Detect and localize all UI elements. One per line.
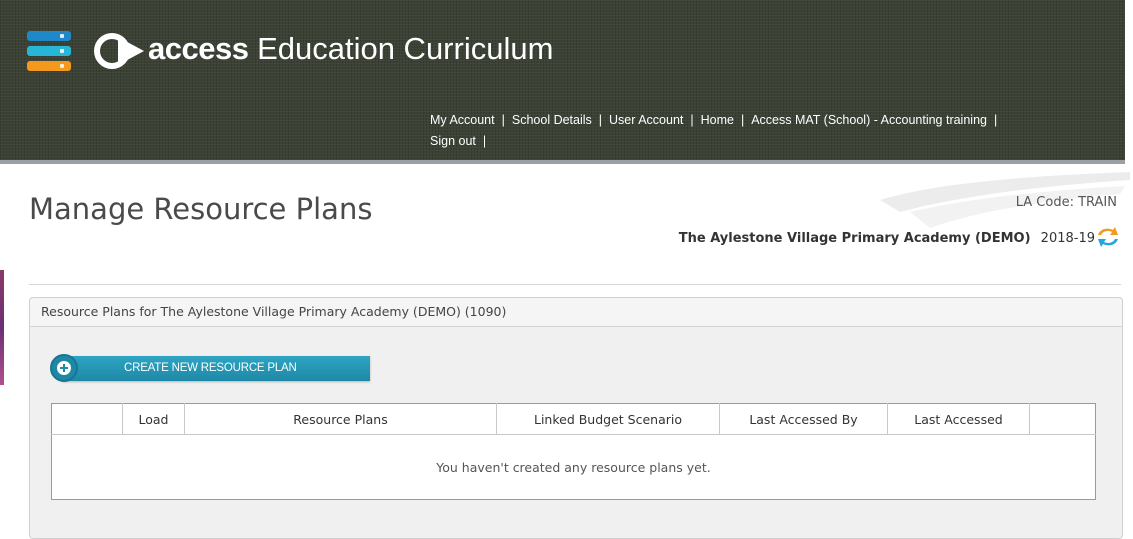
academic-year: 2018-19 xyxy=(1040,231,1095,246)
create-button-circle[interactable] xyxy=(50,354,78,382)
empty-state-message: You haven't created any resource plans y… xyxy=(436,459,711,475)
school-name: The Aylestone Village Primary Academy (D… xyxy=(678,231,1031,246)
column-header-resource-plans[interactable]: Resource Plans xyxy=(184,403,497,435)
column-header-last-accessed-by[interactable]: Last Accessed By xyxy=(719,403,888,435)
menu-icon[interactable] xyxy=(27,31,71,71)
la-code: LA Code: TRAIN xyxy=(1015,195,1117,210)
resource-plans-panel: Resource Plans for The Aylestone Village… xyxy=(29,297,1123,539)
nav-my-account[interactable]: My Account xyxy=(430,113,495,127)
table-empty-row: You haven't created any resource plans y… xyxy=(52,435,1096,500)
nav-separator: | xyxy=(740,113,745,127)
nav-separator: | xyxy=(501,113,505,127)
nav-separator: | xyxy=(993,113,998,127)
nav-separator: | xyxy=(690,113,694,127)
create-button-label: CREATE NEW RESOURCE PLAN xyxy=(124,362,297,374)
column-header-blank xyxy=(51,403,123,435)
table-header-row: Load Resource Plans Linked Budget Scenar… xyxy=(51,403,1096,435)
panel-header: Resource Plans for The Aylestone Village… xyxy=(30,298,1122,327)
column-header-load[interactable]: Load xyxy=(122,403,185,435)
plus-icon xyxy=(57,361,71,375)
nav-user-account[interactable]: User Account xyxy=(609,113,683,127)
panel-title: Resource Plans for The Aylestone Village… xyxy=(41,304,507,319)
nav-separator: | xyxy=(482,134,487,148)
side-tab-decoration xyxy=(0,270,4,385)
nav-access-mat[interactable]: Access MAT (School) - Accounting trainin… xyxy=(751,113,987,127)
column-header-actions xyxy=(1029,403,1096,435)
nav-school-details[interactable]: School Details xyxy=(512,113,592,127)
title-divider xyxy=(29,284,1121,285)
app-header: access Education Curriculum My Account | S… xyxy=(0,0,1125,162)
top-navigation: My Account | School Details | User Account | H… xyxy=(430,110,1120,152)
access-logo-icon xyxy=(94,33,144,69)
page-title: Manage Resource Plans xyxy=(29,192,373,226)
refresh-arrows-icon[interactable] xyxy=(1095,225,1121,249)
resource-plans-table: Load Resource Plans Linked Budget Scenar… xyxy=(51,403,1096,500)
brand-product: Education Curriculum xyxy=(248,31,554,66)
nav-separator: | xyxy=(598,113,603,127)
header-divider xyxy=(0,160,1125,164)
school-context: The Aylestone Village Primary Academy (D… xyxy=(679,231,1095,246)
nav-sign-out[interactable]: Sign out xyxy=(430,134,476,148)
brand-access: access xyxy=(148,31,249,66)
app-brand: access Education Curriculum xyxy=(148,30,553,68)
create-new-resource-plan-button[interactable]: CREATE NEW RESOURCE PLAN xyxy=(50,354,370,382)
column-header-last-accessed[interactable]: Last Accessed xyxy=(887,403,1030,435)
nav-home[interactable]: Home xyxy=(701,113,734,127)
column-header-linked-budget-scenario[interactable]: Linked Budget Scenario xyxy=(496,403,720,435)
